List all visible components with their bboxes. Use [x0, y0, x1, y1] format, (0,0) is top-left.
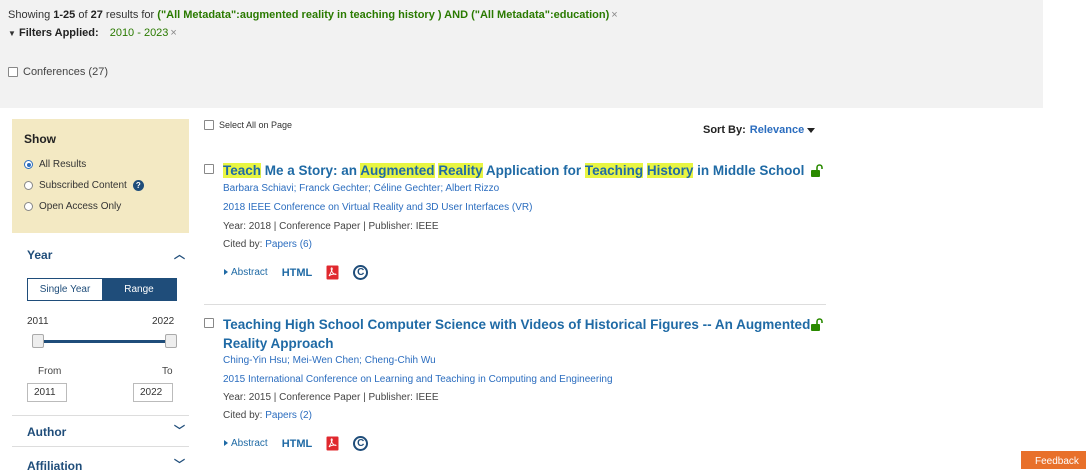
help-icon[interactable]: ?: [132, 180, 144, 191]
show-option-all-results[interactable]: All Results: [24, 159, 86, 170]
divider: [12, 415, 189, 416]
show-option-subscribed[interactable]: Subscribed Content ?: [24, 180, 144, 191]
to-year-input[interactable]: 2022: [133, 383, 173, 402]
result-cited: Cited by: Papers (6): [223, 239, 312, 250]
sort-value[interactable]: Relevance: [750, 124, 804, 136]
cited-by-link[interactable]: Papers (2): [265, 410, 312, 421]
result-venue[interactable]: 2018 IEEE Conference on Virtual Reality …: [223, 202, 532, 213]
feedback-button[interactable]: Feedback: [1021, 451, 1086, 469]
pdf-icon[interactable]: [326, 265, 339, 280]
caret-down-icon[interactable]: [807, 127, 816, 133]
copyright-icon[interactable]: C: [353, 265, 369, 280]
result-cited: Cited by: Papers (2): [223, 410, 312, 421]
to-label: To: [162, 366, 173, 377]
year-mode-toggle: Single Year Range: [27, 278, 177, 301]
radio-selected[interactable]: [24, 160, 33, 169]
result-title[interactable]: Teaching High School Computer Science wi…: [223, 315, 813, 353]
show-option-open-access[interactable]: Open Access Only: [24, 201, 121, 212]
select-all-on-page[interactable]: Select All on Page: [204, 120, 292, 130]
year-slider-min-handle[interactable]: [32, 334, 44, 348]
affiliation-section-title[interactable]: Affiliation: [27, 459, 82, 473]
result-authors[interactable]: Barbara Schiavi; Franck Gechter; Céline …: [223, 183, 499, 194]
triangle-right-icon: [224, 440, 228, 447]
result-item: Teaching High School Computer Science wi…: [204, 315, 826, 465]
copyright-icon[interactable]: C: [353, 436, 369, 451]
remove-filter-icon[interactable]: ×: [170, 27, 176, 39]
from-year-input[interactable]: 2011: [27, 383, 67, 402]
abstract-toggle[interactable]: Abstract: [224, 438, 268, 449]
results-summary: Showing 1-25 of 27 results for ("All Met…: [8, 9, 618, 21]
pdf-icon[interactable]: [326, 436, 339, 451]
show-filter-panel: Show All Results Subscribed Content ? Op…: [12, 119, 189, 233]
show-title: Show: [24, 132, 56, 146]
slider-min-label: 2011: [27, 316, 49, 327]
author-section-title[interactable]: Author: [27, 425, 66, 439]
result-actions: Abstract HTML C: [224, 436, 369, 451]
result-title[interactable]: Teach Me a Story: an Augmented Reality A…: [223, 161, 813, 180]
conferences-filter[interactable]: Conferences (27): [8, 66, 108, 78]
slider-max-label: 2022: [152, 316, 175, 327]
result-checkbox[interactable]: [204, 164, 214, 174]
single-year-button[interactable]: Single Year: [28, 279, 102, 300]
result-authors[interactable]: Ching-Yin Hsu; Mei-Wen Chen; Cheng-Chih …: [223, 355, 436, 366]
result-meta: Year: 2018 | Conference Paper | Publishe…: [223, 221, 439, 232]
range-button[interactable]: Range: [102, 279, 176, 300]
chevron-down-icon[interactable]: ﹀: [174, 422, 185, 438]
cited-by-link[interactable]: Papers (6): [265, 239, 312, 250]
chevron-down-icon[interactable]: ﹀: [174, 456, 185, 472]
abstract-toggle[interactable]: Abstract: [224, 267, 268, 278]
search-query: ("All Metadata":augmented reality in tea…: [157, 9, 610, 21]
html-link[interactable]: HTML: [282, 438, 313, 450]
result-meta: Year: 2015 | Conference Paper | Publishe…: [223, 392, 439, 403]
year-section-title[interactable]: Year: [27, 248, 52, 262]
divider: [12, 446, 189, 447]
filters-applied: ▼ Filters Applied: 2010 - 2023 ×: [8, 27, 177, 39]
filter-value: 2010 - 2023: [109, 27, 169, 39]
unlock-icon: [811, 318, 823, 331]
radio[interactable]: [24, 202, 33, 211]
result-item: Teach Me a Story: an Augmented Reality A…: [204, 161, 826, 291]
result-divider: [204, 304, 826, 305]
from-label: From: [38, 366, 62, 377]
html-link[interactable]: HTML: [282, 267, 313, 279]
sort-by[interactable]: Sort By: Relevance: [703, 124, 816, 136]
chevron-up-icon[interactable]: ︿: [174, 246, 185, 262]
year-slider-track[interactable]: [38, 340, 172, 343]
result-checkbox[interactable]: [204, 318, 214, 328]
remove-query-icon[interactable]: ×: [611, 9, 617, 21]
triangle-right-icon: [224, 269, 228, 276]
radio[interactable]: [24, 181, 33, 190]
caret-down-icon[interactable]: ▼: [8, 29, 16, 38]
search-summary-banner: Showing 1-25 of 27 results for ("All Met…: [0, 0, 1043, 108]
year-slider-max-handle[interactable]: [165, 334, 177, 348]
unlock-icon: [811, 164, 823, 177]
conferences-checkbox[interactable]: [8, 67, 18, 77]
result-actions: Abstract HTML C: [224, 265, 369, 280]
select-all-checkbox[interactable]: [204, 120, 214, 130]
result-venue[interactable]: 2015 International Conference on Learnin…: [223, 374, 613, 385]
